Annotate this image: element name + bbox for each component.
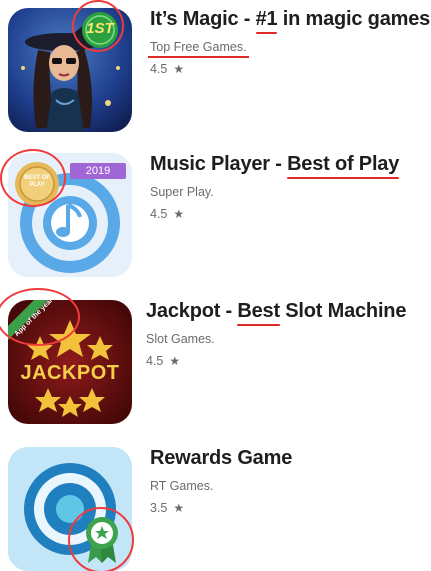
app-row-jackpot[interactable]: JACKPOT App of the year Jackpot - Best S…	[0, 288, 431, 440]
annotation-circle	[0, 149, 66, 207]
app-rating: 4.5 ★	[150, 207, 399, 221]
title-highlight: Best	[237, 300, 280, 322]
star-icon: ★	[173, 501, 185, 515]
app-info: It’s Magic - #1 in magic games Top Free …	[148, 8, 430, 76]
title-text: Music Player -	[150, 153, 288, 175]
year-tag: 2019	[70, 163, 126, 179]
star-icon: ★	[173, 62, 185, 76]
app-publisher[interactable]: Top Free Games.	[148, 40, 249, 58]
app-row-its-magic[interactable]: 1ST It’s Magic - #1 in magic games Top F…	[0, 0, 431, 148]
annotation-circle	[68, 507, 134, 571]
app-title[interactable]: Rewards Game	[150, 447, 292, 470]
title-rest: Slot Machine	[279, 300, 407, 322]
title-highlight: #1	[255, 8, 278, 30]
app-list: 1ST It’s Magic - #1 in magic games Top F…	[0, 0, 431, 571]
rating-value: 4.5	[146, 354, 164, 368]
app-title[interactable]: Jackpot - Best Slot Machine	[146, 300, 406, 323]
app-title[interactable]: Music Player - Best of Play	[150, 153, 399, 176]
star-icon: ★	[173, 207, 185, 221]
app-publisher[interactable]: Super Play.	[150, 185, 214, 199]
app-publisher[interactable]: Slot Games.	[146, 332, 215, 346]
title-text: It’s Magic -	[150, 8, 256, 30]
app-info: Rewards Game RT Games. 3.5 ★	[150, 447, 292, 515]
app-publisher[interactable]: RT Games.	[150, 479, 213, 493]
app-info: Jackpot - Best Slot Machine Slot Games. …	[146, 300, 406, 368]
app-rating: 4.5 ★	[150, 62, 430, 76]
app-row-rewards-game[interactable]: Rewards Game RT Games. 3.5 ★	[0, 447, 431, 571]
rating-value: 3.5	[150, 501, 168, 515]
app-rating: 4.5 ★	[146, 354, 406, 368]
star-icon: ★	[169, 354, 181, 368]
annotation-circle	[72, 0, 124, 52]
jackpot-wordmark: JACKPOT	[20, 362, 120, 384]
title-text: Jackpot -	[146, 300, 238, 322]
title-rest: in magic games	[277, 8, 431, 30]
title-highlight: Best of Play	[287, 153, 400, 175]
app-rating: 3.5 ★	[150, 501, 292, 515]
rating-value: 4.5	[150, 62, 168, 76]
app-info: Music Player - Best of Play Super Play. …	[150, 153, 399, 221]
app-title[interactable]: It’s Magic - #1 in magic games	[150, 8, 430, 31]
rating-value: 4.5	[150, 207, 168, 221]
title-text: Rewards Game	[150, 447, 293, 469]
app-row-music-player[interactable]: 2019 BEST OF PLAY Music Player - Best of…	[0, 149, 431, 293]
